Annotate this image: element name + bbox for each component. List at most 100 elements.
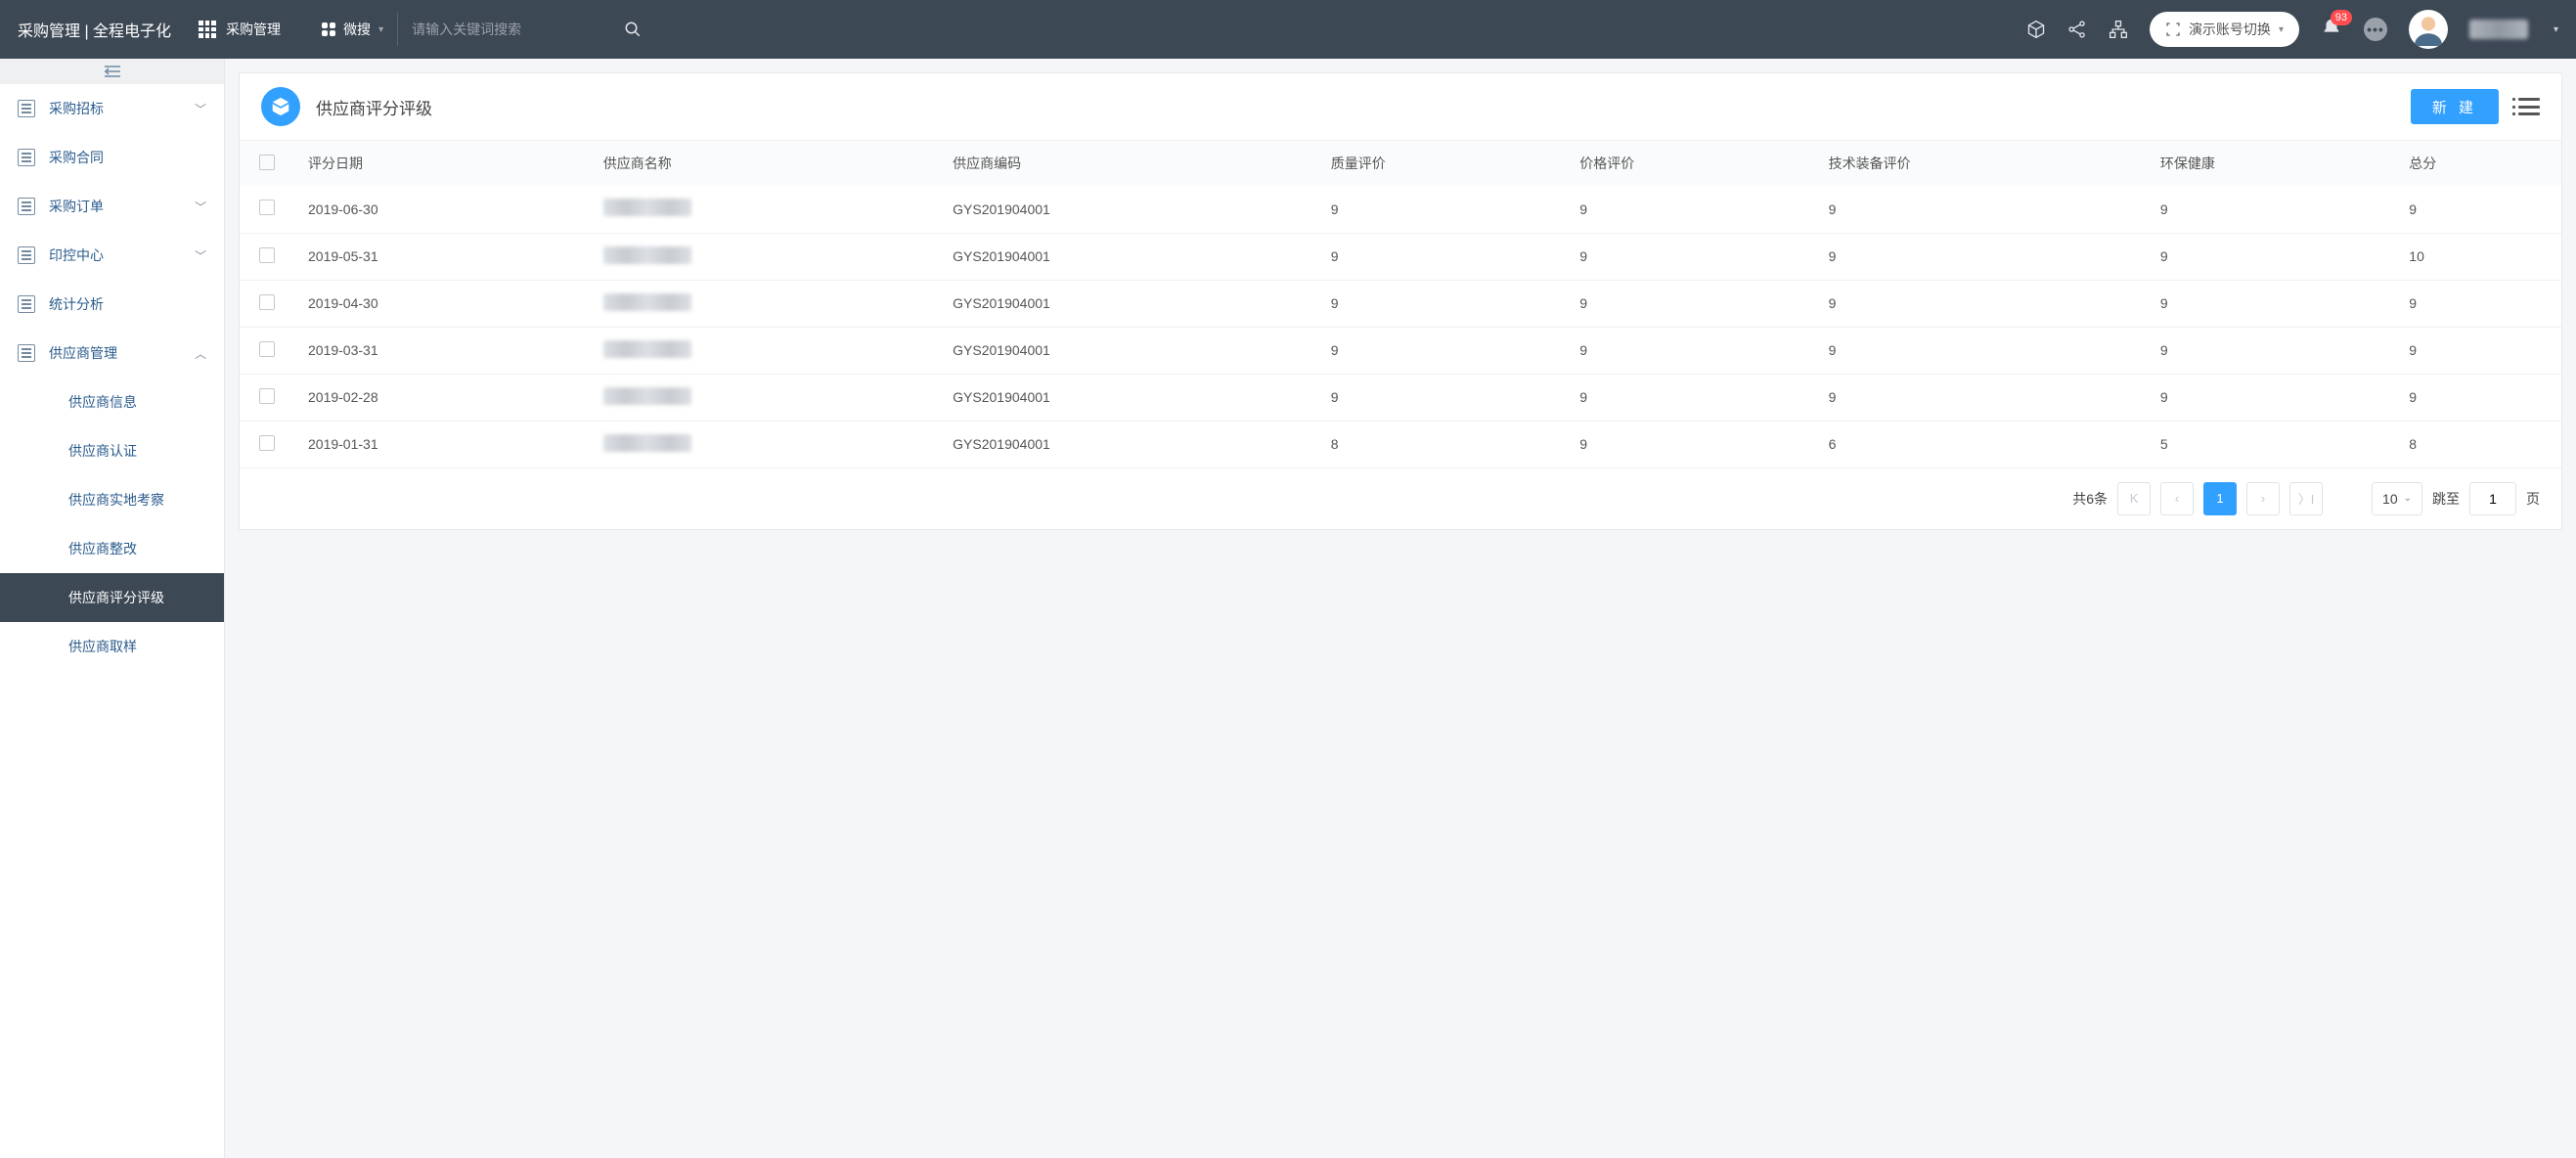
search-input[interactable] <box>398 13 613 46</box>
sidebar-item[interactable]: 采购订单 ﹀ <box>0 182 224 231</box>
cell-code: GYS201904001 <box>939 421 1317 468</box>
cell-total: 9 <box>2395 327 2561 374</box>
doc-icon <box>18 100 35 117</box>
page-next-button[interactable]: › <box>2246 482 2280 515</box>
new-button[interactable]: 新 建 <box>2411 89 2499 124</box>
page-prev-button[interactable]: ‹ <box>2160 482 2194 515</box>
row-checkbox[interactable] <box>240 421 294 468</box>
sidebar-item[interactable]: 统计分析 <box>0 280 224 329</box>
cell-total: 10 <box>2395 233 2561 280</box>
table-row[interactable]: 2019-05-31GYS201904001999910 <box>240 233 2561 280</box>
sidebar-item[interactable]: 供应商管理︿ <box>0 329 224 378</box>
sidebar-item[interactable]: 采购合同 <box>0 133 224 182</box>
table-row[interactable]: 2019-06-30GYS20190400199999 <box>240 186 2561 233</box>
cube-icon[interactable] <box>2026 20 2046 39</box>
page-size-select[interactable]: 10 ⌄ <box>2372 482 2422 515</box>
chevron-down-icon: ﹀ <box>195 247 206 264</box>
notification-badge: 93 <box>2331 10 2352 25</box>
module-selector[interactable]: 采购管理 <box>199 20 281 39</box>
avatar[interactable] <box>2409 10 2448 49</box>
sidebar-item[interactable]: 印控中心 ﹀ <box>0 231 224 280</box>
cube-icon <box>261 87 300 126</box>
total-text: 共6条 <box>2072 489 2108 509</box>
module-label: 采购管理 <box>226 20 281 39</box>
pagination: 共6条 K ‹ 1 › 〉I 10 ⌄ 跳至 页 <box>240 468 2561 529</box>
table-row[interactable]: 2019-04-30GYS20190400199999 <box>240 280 2561 327</box>
checkbox-icon <box>259 294 275 310</box>
sidebar-subitem[interactable]: 供应商取样 <box>0 622 224 671</box>
cell-quality: 8 <box>1317 421 1566 468</box>
cell-price: 9 <box>1566 421 1814 468</box>
org-icon[interactable] <box>2109 20 2128 39</box>
cell-date: 2019-02-28 <box>294 374 590 421</box>
jump-label: 跳至 <box>2432 489 2460 509</box>
checkbox-icon <box>259 247 275 263</box>
share-icon[interactable] <box>2067 20 2087 39</box>
search-type-dropdown[interactable]: 微搜 ▾ <box>308 13 398 46</box>
page-title: 供应商评分评级 <box>316 95 432 119</box>
sidebar-item[interactable]: 采购招标﹀ <box>0 84 224 133</box>
notifications-button[interactable]: 93 <box>2321 18 2342 42</box>
column-header: 供应商名称 <box>590 141 939 186</box>
sidebar-item-label: 印控中心 <box>49 245 104 265</box>
cell-supplier-name <box>590 233 939 280</box>
chevron-down-icon: ﹀ <box>195 101 206 117</box>
sidebar-subitem[interactable]: 供应商评分评级 <box>0 573 224 622</box>
page-number-button[interactable]: 1 <box>2203 482 2237 515</box>
row-checkbox[interactable] <box>240 280 294 327</box>
jump-input[interactable] <box>2469 482 2516 515</box>
column-header: 环保健康 <box>2147 141 2395 186</box>
sidebar-subitem[interactable]: 供应商整改 <box>0 524 224 573</box>
column-header: 评分日期 <box>294 141 590 186</box>
account-switch-button[interactable]: 演示账号切换 ▾ <box>2150 12 2299 47</box>
cell-quality: 9 <box>1317 374 1566 421</box>
doc-icon <box>18 246 35 264</box>
search-button[interactable] <box>613 13 652 46</box>
row-checkbox[interactable] <box>240 186 294 233</box>
sidebar-subitem[interactable]: 供应商认证 <box>0 426 224 475</box>
sidebar-item-label: 采购合同 <box>49 148 104 167</box>
cell-date: 2019-04-30 <box>294 280 590 327</box>
sidebar-collapse-button[interactable] <box>0 59 224 84</box>
panel: 供应商评分评级 新 建 评分日期供应商名称供应商编码质量评价价格评价技术装备评价… <box>239 72 2562 530</box>
sidebar-subitem[interactable]: 供应商信息 <box>0 378 224 426</box>
column-header: 价格评价 <box>1566 141 1814 186</box>
sidebar-subitem[interactable]: 供应商实地考察 <box>0 475 224 524</box>
row-checkbox[interactable] <box>240 233 294 280</box>
cell-code: GYS201904001 <box>939 233 1317 280</box>
cell-tech: 9 <box>1815 233 2147 280</box>
cell-price: 9 <box>1566 327 1814 374</box>
checkbox-icon <box>259 435 275 451</box>
row-checkbox[interactable] <box>240 374 294 421</box>
search-icon <box>624 21 642 38</box>
column-header: 总分 <box>2395 141 2561 186</box>
table-row[interactable]: 2019-01-31GYS20190400189658 <box>240 421 2561 468</box>
table-row[interactable]: 2019-02-28GYS20190400199999 <box>240 374 2561 421</box>
chevron-down-icon[interactable]: ▾ <box>2554 24 2558 35</box>
chevron-down-icon: ﹀ <box>195 199 206 215</box>
cell-total: 8 <box>2395 421 2561 468</box>
cell-code: GYS201904001 <box>939 186 1317 233</box>
cell-quality: 9 <box>1317 233 1566 280</box>
row-checkbox[interactable] <box>240 327 294 374</box>
cell-env: 9 <box>2147 186 2395 233</box>
sidebar-item-label: 采购订单 <box>49 197 104 216</box>
cell-price: 9 <box>1566 374 1814 421</box>
search-bar: 微搜 ▾ <box>308 13 652 46</box>
cell-supplier-name <box>590 327 939 374</box>
doc-icon <box>18 149 35 166</box>
list-view-icon[interactable] <box>2518 98 2540 115</box>
table-row[interactable]: 2019-03-31GYS20190400199999 <box>240 327 2561 374</box>
app-title: 采购管理 | 全程电子化 <box>18 18 171 41</box>
checkbox-icon <box>259 341 275 357</box>
page-first-button[interactable]: K <box>2117 482 2151 515</box>
select-all-header[interactable] <box>240 141 294 186</box>
more-button[interactable]: ••• <box>2364 18 2387 41</box>
apps-grid-icon <box>199 21 216 38</box>
cell-quality: 9 <box>1317 280 1566 327</box>
cell-supplier-name <box>590 186 939 233</box>
search-type-label: 微搜 <box>343 20 371 39</box>
column-header: 质量评价 <box>1317 141 1566 186</box>
cell-tech: 9 <box>1815 374 2147 421</box>
page-last-button[interactable]: 〉I <box>2289 482 2323 515</box>
